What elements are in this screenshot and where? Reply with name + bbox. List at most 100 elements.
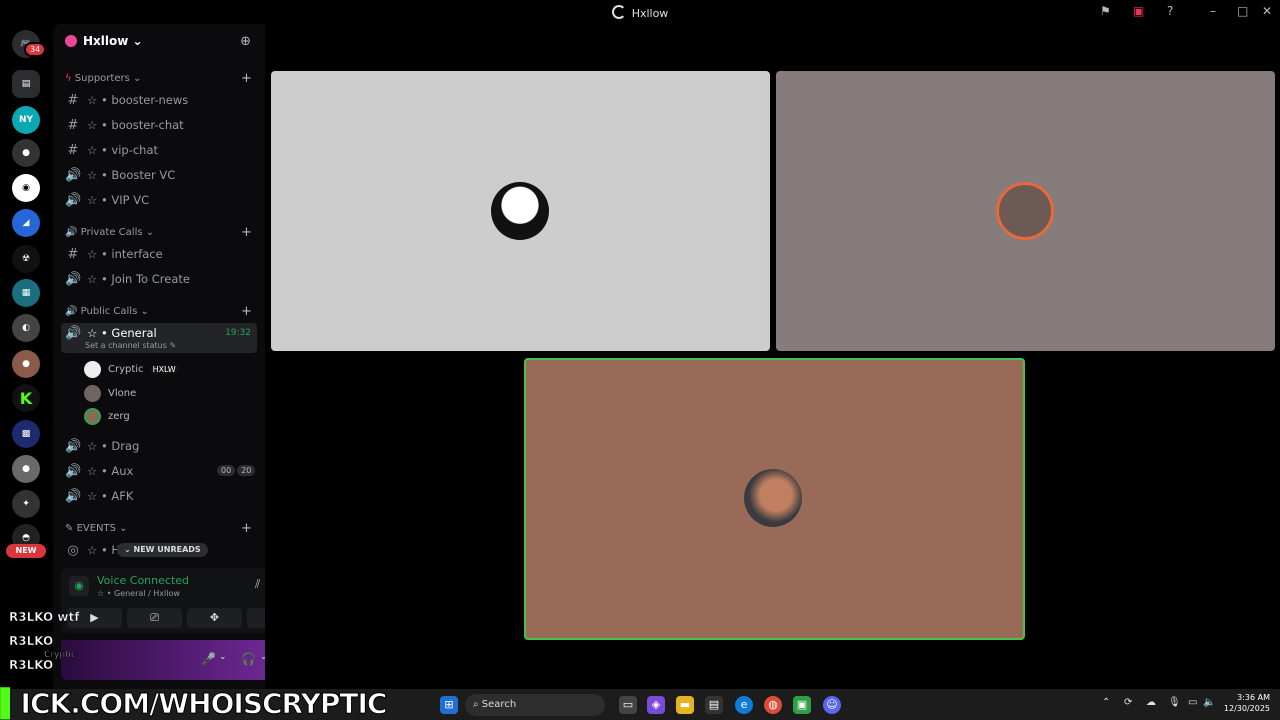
server-icon[interactable]: ▩ xyxy=(12,420,40,448)
title-bar: Hxllow ⚑ ▣ ? – □ ✕ xyxy=(0,0,1280,24)
maximize-icon[interactable]: □ xyxy=(1237,4,1248,18)
server-icon[interactable]: ◢ xyxy=(12,209,40,237)
overlay-text: R3LKO xyxy=(9,658,54,673)
tray-chevron-icon[interactable]: ⌃ xyxy=(1102,697,1110,708)
category-supporters[interactable]: ϟ Supporters ⌄ + xyxy=(65,71,252,86)
server-icon[interactable]: ☢ xyxy=(12,245,40,273)
chrome-icon[interactable]: ◍ xyxy=(764,696,782,714)
channel-drag[interactable]: 🔊 ☆ • Drag xyxy=(61,435,257,457)
mic-icon[interactable]: 🎤 xyxy=(201,652,216,666)
category-private-calls[interactable]: 🔊 Private Calls ⌄ + xyxy=(65,225,252,240)
video-tile[interactable] xyxy=(776,71,1275,351)
channel-sidebar: Hxllow ⌄ ⊕ ϟ Supporters ⌄ + # ☆ • booster-… xyxy=(53,24,311,689)
channel-status[interactable]: Set a channel status ✎ xyxy=(85,341,176,350)
tray-app-icon[interactable]: ☁ xyxy=(1146,697,1156,708)
category-events[interactable]: ✎ EVENTS ⌄ + xyxy=(65,521,252,536)
plus-icon[interactable]: + xyxy=(241,521,252,536)
overlay-text: Cryptic xyxy=(44,650,77,661)
avatar xyxy=(491,182,549,240)
hash-icon: # xyxy=(67,117,79,133)
server-icon[interactable]: ● xyxy=(12,139,40,167)
channel-booster-chat[interactable]: # ☆ • booster-chat xyxy=(61,114,257,136)
voice-channel-path[interactable]: ☆ • General / Hxllow xyxy=(97,589,180,598)
avatar xyxy=(744,469,802,527)
channel-afk[interactable]: 🔊 ☆ • AFK xyxy=(61,485,257,507)
category-public-calls[interactable]: 🔊 Public Calls ⌄ + xyxy=(65,304,252,319)
guild-icon xyxy=(65,35,77,47)
screen-icon[interactable]: ▣ xyxy=(1133,4,1144,18)
channel-booster-news[interactable]: # ☆ • booster-news xyxy=(61,89,257,111)
discord-icon[interactable]: ☺ xyxy=(823,696,841,714)
new-badge: NEW xyxy=(6,544,46,558)
mic-icon[interactable]: 🎙 xyxy=(1168,697,1181,708)
minimize-icon[interactable]: – xyxy=(1210,4,1216,18)
channel-join-to-create[interactable]: 🔊 ☆ • Join To Create xyxy=(61,268,257,290)
video-stage xyxy=(265,24,1280,689)
channel-general[interactable]: 🔊 ☆ • General 19:32 Set a channel status ✎ xyxy=(61,323,257,353)
speaker-icon: 🔊 xyxy=(65,463,82,479)
speaker-icon: 🔊 xyxy=(65,326,82,341)
video-tile-speaking[interactable] xyxy=(524,358,1025,640)
window-title: Hxllow xyxy=(0,5,1280,20)
app-icon[interactable]: ▣ xyxy=(793,696,811,714)
channel-booster-vc[interactable]: 🔊 ☆ • Booster VC xyxy=(61,164,257,186)
voice-user[interactable]: zerg xyxy=(84,406,130,426)
signal-icon: ◉ xyxy=(69,576,89,596)
copilot-icon[interactable]: ◈ xyxy=(647,696,665,714)
plus-icon[interactable]: + xyxy=(241,225,252,240)
search-icon: ⌕ xyxy=(473,699,479,710)
add-user-icon[interactable]: ⊕ xyxy=(240,34,251,49)
screen-share-button[interactable]: ⎚ xyxy=(127,608,182,628)
start-icon[interactable]: ⊞ xyxy=(440,696,458,714)
server-icon[interactable]: ● xyxy=(12,350,40,378)
help-icon[interactable]: ? xyxy=(1167,4,1173,18)
voice-user[interactable]: Cryptic HXLW xyxy=(84,359,179,379)
headphones-icon[interactable]: 🎧 xyxy=(241,652,256,666)
stream-url-overlay: ▌ICK.COM/WHOISCRYPTIC xyxy=(0,687,388,720)
activities-button[interactable]: ✥ xyxy=(187,608,242,628)
hash-icon: # xyxy=(67,246,79,262)
server-icon[interactable]: ● xyxy=(12,455,40,483)
server-icon[interactable]: ◉ xyxy=(12,174,40,202)
channel-vip-vc[interactable]: 🔊 ☆ • VIP VC xyxy=(61,189,257,211)
stage-icon: ◎ xyxy=(67,542,79,558)
speaker-icon: 🔊 xyxy=(65,438,82,454)
channel-interface[interactable]: # ☆ • interface xyxy=(61,243,257,265)
voice-user[interactable]: Vlone xyxy=(84,383,136,403)
channel-vip-chat[interactable]: # ☆ • vip-chat xyxy=(61,139,257,161)
server-icon[interactable]: K xyxy=(12,384,40,412)
guild-header[interactable]: Hxllow ⌄ xyxy=(65,34,143,48)
video-tile[interactable] xyxy=(271,71,770,351)
network-icon[interactable]: ▭ xyxy=(1188,697,1197,708)
speaker-icon: 🔊 xyxy=(65,167,82,183)
taskbar-clock[interactable]: 3:36 AM 12/30/2025 xyxy=(1224,692,1270,714)
server-icon[interactable]: NY xyxy=(12,106,40,134)
speaker-icon: 🔊 xyxy=(65,488,82,504)
taskbar-search[interactable]: ⌕ Search xyxy=(465,694,605,716)
server-icon[interactable]: ✦ xyxy=(12,490,40,518)
server-icon[interactable]: ▦ xyxy=(12,279,40,307)
moon-icon xyxy=(611,5,626,19)
server-icon[interactable]: ◐ xyxy=(12,314,40,342)
plus-icon[interactable]: + xyxy=(241,304,252,319)
edge-icon[interactable]: e xyxy=(735,696,753,714)
tray-app-icon[interactable]: ⟳ xyxy=(1124,697,1132,708)
file-explorer-icon[interactable]: ▬ xyxy=(676,696,694,714)
server-icon[interactable]: ▤ xyxy=(12,70,40,98)
plus-icon[interactable]: + xyxy=(241,71,252,86)
flag-icon[interactable]: ⚑ xyxy=(1100,4,1111,18)
hash-icon: # xyxy=(67,92,79,108)
aux-user-count: 00 20 xyxy=(215,465,256,476)
voice-status[interactable]: Voice Connected xyxy=(97,574,189,587)
server-rail: 🎮 34 ▤ NY ● ◉ ◢ ☢ ▦ ◐ ● K ▩ ● ✦ ◓ NEW xyxy=(0,24,52,689)
store-icon[interactable]: ▤ xyxy=(705,696,723,714)
task-view-icon[interactable]: ▭ xyxy=(619,696,637,714)
noise-suppression-icon[interactable]: ⫽ xyxy=(255,577,260,592)
chevron-down-icon[interactable]: ⌄ xyxy=(219,652,227,662)
close-icon[interactable]: ✕ xyxy=(1262,4,1272,18)
avatar xyxy=(996,182,1054,240)
notification-badge: 34 xyxy=(24,42,47,57)
new-unreads-button[interactable]: ⌄ NEW UNREADS xyxy=(117,543,208,557)
volume-icon[interactable]: 🔈 xyxy=(1203,697,1215,708)
avatar xyxy=(84,407,101,425)
